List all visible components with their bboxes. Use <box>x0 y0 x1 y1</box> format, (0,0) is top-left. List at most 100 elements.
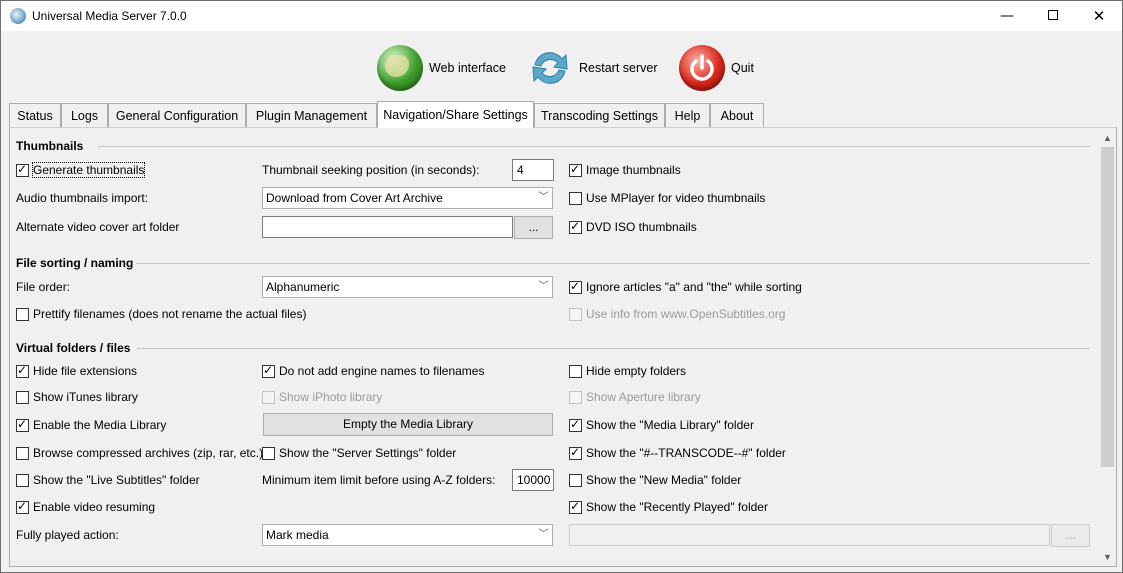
audio-import-label: Audio thumbnails import: <box>16 191 149 205</box>
restart-arrows-icon <box>527 45 573 91</box>
thumbnail-seek-input[interactable]: 4 <box>512 159 554 181</box>
show-media-library-label: Show the "Media Library" folder <box>586 418 754 432</box>
image-thumbnails-checkbox[interactable]: Image thumbnails <box>569 162 681 177</box>
file-order-select[interactable]: Alphanumeric ﹀ <box>262 276 553 298</box>
checkbox-box <box>262 390 275 404</box>
alt-cover-browse-button[interactable]: ... <box>514 216 553 239</box>
fully-played-path-input <box>569 524 1050 546</box>
alt-cover-input[interactable] <box>262 216 513 238</box>
itunes-library-label: Show iTunes library <box>33 390 138 404</box>
file-order-value: Alphanumeric <box>266 280 340 294</box>
compressed-archives-label: Browse compressed archives (zip, rar, et… <box>33 446 264 460</box>
audio-import-value: Download from Cover Art Archive <box>266 191 443 205</box>
close-button[interactable]: ✕ <box>1076 1 1122 31</box>
mplayer-thumbnails-checkbox[interactable]: Use MPlayer for video thumbnails <box>569 191 765 205</box>
vertical-scrollbar[interactable]: ▲ ▼ <box>1099 128 1116 566</box>
thumbnail-seek-label: Thumbnail seeking position (in seconds): <box>262 163 480 177</box>
tab-help[interactable]: Help <box>665 103 710 127</box>
live-subtitles-folder-checkbox[interactable]: Show the "Live Subtitles" folder <box>16 473 200 487</box>
scroll-down-icon[interactable]: ▼ <box>1099 549 1116 566</box>
checkbox-box[interactable] <box>569 473 582 487</box>
scroll-up-icon[interactable]: ▲ <box>1099 130 1116 147</box>
empty-media-library-button[interactable]: Empty the Media Library <box>263 413 553 436</box>
audio-import-select[interactable]: Download from Cover Art Archive ﹀ <box>262 187 553 209</box>
no-engine-names-checkbox[interactable]: Do not add engine names to filenames <box>262 363 485 378</box>
compressed-archives-checkbox[interactable]: Browse compressed archives (zip, rar, et… <box>16 446 263 460</box>
generate-thumbnails-checkbox[interactable]: Generate thumbnails <box>16 162 146 178</box>
iphoto-library-checkbox: Show iPhoto library <box>262 390 382 404</box>
checkbox-box[interactable] <box>569 364 582 378</box>
tab-status[interactable]: Status <box>9 103 61 127</box>
recently-played-folder-checkbox[interactable]: Show the "Recently Played" folder <box>569 499 768 514</box>
checkbox-box[interactable] <box>16 417 29 432</box>
checkbox-box[interactable] <box>569 279 582 294</box>
transcode-folder-checkbox[interactable]: Show the "#--TRANSCODE--#" folder <box>569 445 786 460</box>
restart-server-button[interactable]: Restart server <box>527 39 658 97</box>
new-media-folder-checkbox[interactable]: Show the "New Media" folder <box>569 473 741 487</box>
dvd-iso-thumbnails-checkbox[interactable]: DVD ISO thumbnails <box>569 219 697 234</box>
web-interface-label: Web interface <box>429 61 506 75</box>
section-virtual-heading: Virtual folders / files <box>16 341 131 355</box>
window-title: Universal Media Server 7.0.0 <box>32 9 187 23</box>
hide-empty-folders-label: Hide empty folders <box>586 364 687 378</box>
tab-logs[interactable]: Logs <box>61 103 108 127</box>
tab-about[interactable]: About <box>710 103 764 127</box>
settings-content: Thumbnails Generate thumbnails Thumbnail… <box>10 128 1100 566</box>
checkbox-box[interactable] <box>16 162 29 177</box>
checkbox-box[interactable] <box>569 191 582 205</box>
maximize-button[interactable] <box>1030 1 1076 31</box>
fully-played-browse-button: ... <box>1051 524 1090 547</box>
section-divider <box>98 146 1090 147</box>
alt-cover-label: Alternate video cover art folder <box>16 220 180 234</box>
checkbox-box[interactable] <box>569 445 582 460</box>
globe-icon <box>377 45 423 91</box>
checkbox-box <box>569 390 582 404</box>
checkbox-box[interactable] <box>262 363 275 378</box>
checkbox-box[interactable] <box>16 499 29 514</box>
fully-played-select[interactable]: Mark media ﹀ <box>262 524 553 546</box>
app-window: Universal Media Server 7.0.0 — ✕ Web int… <box>0 0 1123 573</box>
prettify-filenames-checkbox[interactable]: Prettify filenames (does not rename the … <box>16 307 306 321</box>
title-bar: Universal Media Server 7.0.0 — ✕ <box>1 1 1122 31</box>
video-resuming-checkbox[interactable]: Enable video resuming <box>16 499 155 514</box>
tab-plugin-management[interactable]: Plugin Management <box>246 103 377 127</box>
section-divider <box>137 348 1090 349</box>
scrollbar-thumb[interactable] <box>1101 147 1114 467</box>
quit-button[interactable]: Quit <box>679 39 754 97</box>
tab-general-configuration[interactable]: General Configuration <box>108 103 246 127</box>
checkbox-box[interactable] <box>569 499 582 514</box>
fully-played-label: Fully played action: <box>16 528 119 542</box>
mplayer-thumbnails-label: Use MPlayer for video thumbnails <box>586 191 766 205</box>
tab-transcoding-settings[interactable]: Transcoding Settings <box>534 103 665 127</box>
checkbox-box[interactable] <box>16 446 29 460</box>
aperture-library-label: Show Aperture library <box>586 390 701 404</box>
section-divider <box>136 263 1090 264</box>
ignore-articles-checkbox[interactable]: Ignore articles "a" and "the" while sort… <box>569 279 802 294</box>
media-library-checkbox[interactable]: Enable the Media Library <box>16 417 166 432</box>
no-engine-names-label: Do not add engine names to filenames <box>279 364 485 378</box>
quit-label: Quit <box>731 61 754 75</box>
az-limit-input[interactable]: 10000 <box>512 469 554 491</box>
checkbox-box[interactable] <box>569 162 582 177</box>
checkbox-box[interactable] <box>569 219 582 234</box>
section-thumbnails-heading: Thumbnails <box>16 139 84 153</box>
tab-navigation-share-settings[interactable]: Navigation/Share Settings <box>377 101 534 128</box>
hide-empty-folders-checkbox[interactable]: Hide empty folders <box>569 364 686 378</box>
minimize-button[interactable]: — <box>984 1 1030 31</box>
checkbox-box[interactable] <box>569 417 582 432</box>
itunes-library-checkbox[interactable]: Show iTunes library <box>16 390 138 404</box>
file-order-label: File order: <box>16 280 71 294</box>
web-interface-button[interactable]: Web interface <box>377 39 506 97</box>
generate-thumbnails-label: Generate thumbnails <box>31 162 146 178</box>
hide-extensions-label: Hide file extensions <box>33 364 138 378</box>
show-media-library-checkbox[interactable]: Show the "Media Library" folder <box>569 417 754 432</box>
checkbox-box[interactable] <box>16 390 29 404</box>
chevron-down-icon: ﹀ <box>538 192 549 203</box>
checkbox-box[interactable] <box>262 446 275 460</box>
checkbox-box[interactable] <box>16 307 29 321</box>
checkbox-box[interactable] <box>16 473 29 487</box>
hide-extensions-checkbox[interactable]: Hide file extensions <box>16 363 138 378</box>
live-subtitles-folder-label: Show the "Live Subtitles" folder <box>33 473 200 487</box>
server-settings-folder-checkbox[interactable]: Show the "Server Settings" folder <box>262 446 456 460</box>
checkbox-box[interactable] <box>16 363 29 378</box>
